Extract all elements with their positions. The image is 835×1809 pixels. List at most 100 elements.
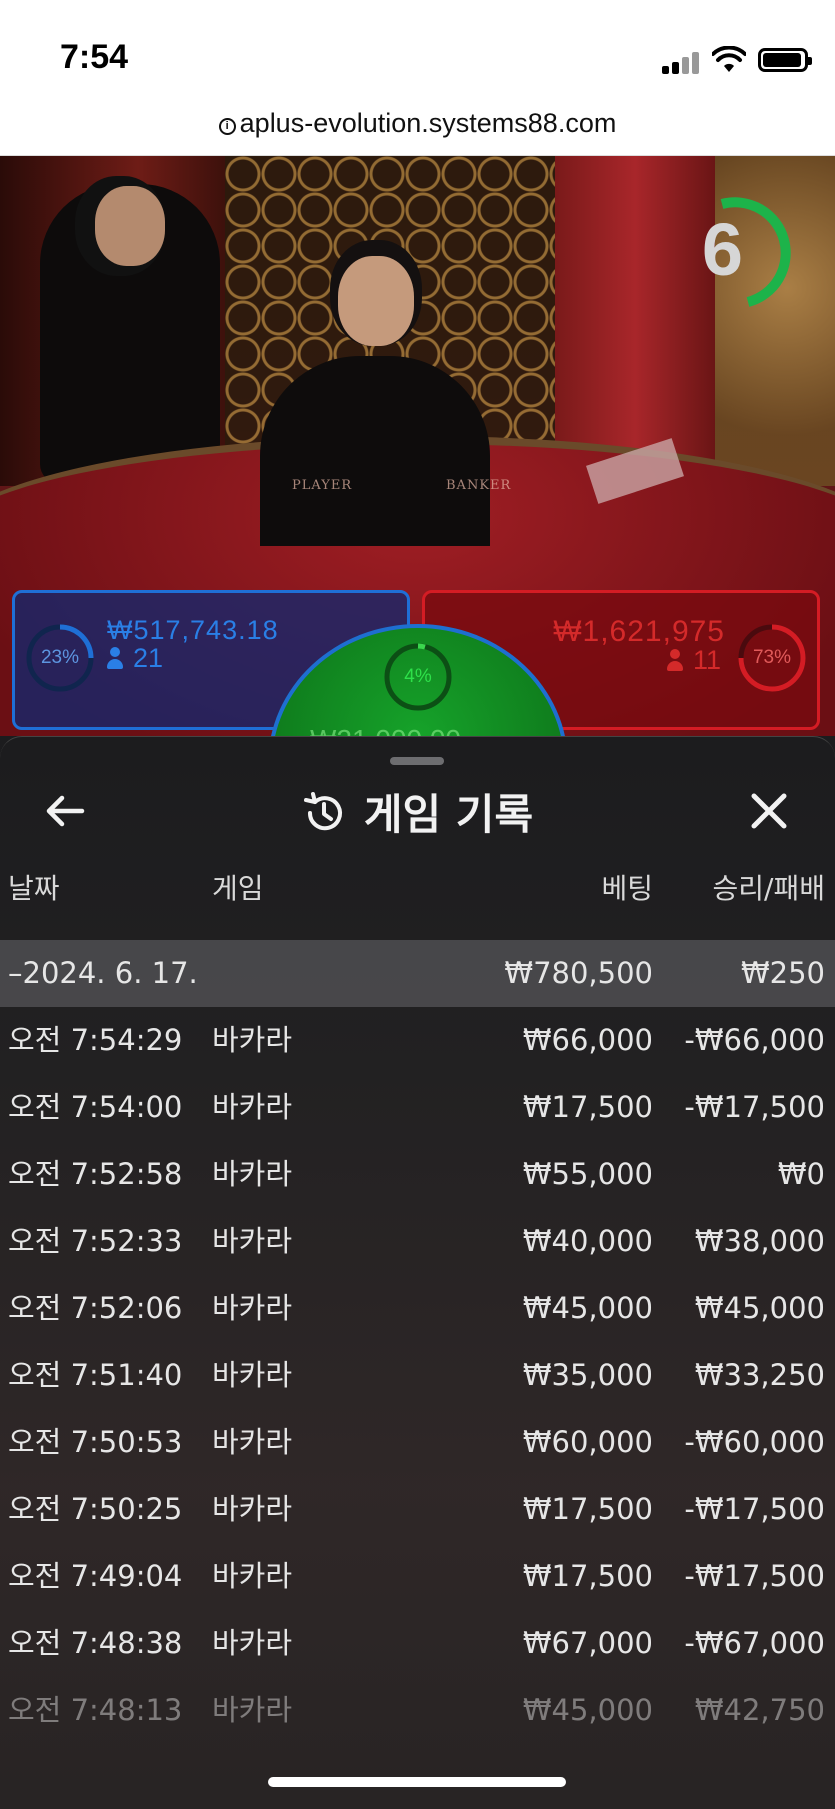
row-bet: ₩60,000	[522, 1425, 653, 1459]
row-time: 오전 7:52:33	[8, 1224, 183, 1258]
history-table-body: –2024. 6. 17. ₩780,500 ₩250 오전 7:54:29 바카…	[0, 940, 835, 1744]
history-row[interactable]: 오전 7:48:38 바카라 ₩67,000 -₩67,000	[0, 1610, 835, 1677]
player-count: 21	[107, 643, 163, 674]
home-indicator[interactable]	[268, 1777, 566, 1787]
history-table-header: 날짜 게임 베팅 승리/패배	[0, 867, 835, 923]
row-time: 오전 7:50:25	[8, 1492, 183, 1526]
history-row[interactable]: 오전 7:50:25 바카라 ₩17,500 -₩17,500	[0, 1476, 835, 1543]
history-row[interactable]: 오전 7:54:00 바카라 ₩17,500 -₩17,500	[0, 1074, 835, 1141]
history-row[interactable]: 오전 7:50:53 바카라 ₩60,000 -₩60,000	[0, 1409, 835, 1476]
summary-win-loss: ₩250	[740, 956, 825, 990]
row-time: 오전 7:54:00	[8, 1090, 183, 1124]
column-header-bet: 베팅	[601, 872, 653, 905]
row-game: 바카라	[212, 1157, 293, 1191]
column-header-game: 게임	[212, 872, 264, 905]
row-time: 오전 7:49:04	[8, 1559, 183, 1593]
row-bet: ₩45,000	[522, 1693, 653, 1727]
row-time: 오전 7:52:06	[8, 1291, 183, 1325]
row-time: 오전 7:51:40	[8, 1358, 183, 1392]
summary-date: –2024. 6. 17.	[8, 956, 198, 990]
row-win-loss: ₩42,750	[694, 1693, 825, 1727]
row-win-loss: -₩67,000	[684, 1626, 825, 1660]
row-game: 바카라	[212, 1626, 293, 1660]
browser-url-bar[interactable]: i aplus-evolution.systems88.com	[0, 100, 835, 156]
row-bet: ₩40,000	[522, 1224, 653, 1258]
row-bet: ₩45,000	[522, 1291, 653, 1325]
felt-label-player: PLAYER	[292, 478, 353, 493]
banker-percent: 73%	[752, 647, 792, 668]
banker-count: 11	[666, 645, 721, 676]
url-display[interactable]: i aplus-evolution.systems88.com	[0, 108, 835, 139]
row-game: 바카라	[212, 1693, 293, 1727]
url-text: aplus-evolution.systems88.com	[239, 108, 617, 138]
user-icon	[666, 649, 683, 671]
row-time: 오전 7:54:29	[8, 1023, 183, 1057]
tie-percent: 4%	[404, 666, 432, 687]
summary-bet: ₩780,500	[504, 956, 653, 990]
history-row[interactable]: 오전 7:52:33 바카라 ₩40,000 ₩38,000	[0, 1208, 835, 1275]
banker-total-bet: ₩1,621,975	[553, 615, 725, 648]
row-time: 오전 7:48:13	[8, 1693, 183, 1727]
history-row[interactable]: 오전 7:48:13 바카라 ₩45,000 ₩42,750	[0, 1677, 835, 1744]
battery-icon	[758, 48, 812, 72]
row-game: 바카라	[212, 1023, 293, 1057]
status-time: 7:54	[60, 38, 129, 76]
row-bet: ₩35,000	[522, 1358, 653, 1392]
column-header-date: 날짜	[8, 872, 60, 905]
row-bet: ₩17,500	[522, 1559, 653, 1593]
banker-percent-ring: 73%	[737, 623, 807, 693]
row-game: 바카라	[212, 1492, 293, 1526]
sheet-title: 게임 기록	[0, 781, 835, 842]
live-video-stream: PLAYER BANKER 6 23% ₩517,743.18 21 ₩1,62…	[0, 156, 835, 736]
history-row[interactable]: 오전 7:51:40 바카라 ₩35,000 ₩33,250	[0, 1342, 835, 1409]
sheet-grabber-handle[interactable]	[390, 757, 444, 765]
row-bet: ₩66,000	[522, 1023, 653, 1057]
history-row[interactable]: 오전 7:52:58 바카라 ₩55,000 ₩0	[0, 1141, 835, 1208]
wifi-icon	[712, 46, 746, 72]
history-row[interactable]: 오전 7:54:29 바카라 ₩66,000 -₩66,000	[0, 1007, 835, 1074]
cellular-signal-icon	[662, 50, 702, 74]
tie-percent-ring: 4%	[383, 642, 453, 712]
user-icon	[107, 647, 123, 669]
row-game: 바카라	[212, 1090, 293, 1124]
row-bet: ₩17,500	[522, 1492, 653, 1526]
row-game: 바카라	[212, 1425, 293, 1459]
row-game: 바카라	[212, 1224, 293, 1258]
tie-total-bet: ₩21,000.00	[310, 724, 461, 736]
row-win-loss: ₩38,000	[694, 1224, 825, 1258]
row-win-loss: -₩17,500	[684, 1559, 825, 1593]
player-percent: 23%	[40, 647, 80, 668]
timer-seconds: 6	[701, 208, 744, 291]
row-win-loss: ₩0	[777, 1157, 825, 1191]
player-percent-ring: 23%	[25, 623, 95, 693]
row-time: 오전 7:48:38	[8, 1626, 183, 1660]
date-summary-row[interactable]: –2024. 6. 17. ₩780,500 ₩250	[0, 940, 835, 1007]
history-row[interactable]: 오전 7:52:06 바카라 ₩45,000 ₩45,000	[0, 1275, 835, 1342]
sheet-title-text: 게임 기록	[363, 790, 534, 839]
player-total-bet: ₩517,743.18	[107, 615, 279, 645]
row-game: 바카라	[212, 1291, 293, 1325]
close-icon[interactable]	[743, 785, 795, 837]
row-win-loss: -₩66,000	[684, 1023, 825, 1057]
row-win-loss: ₩45,000	[694, 1291, 825, 1325]
row-game: 바카라	[212, 1358, 293, 1392]
row-time: 오전 7:52:58	[8, 1157, 183, 1191]
column-header-win-loss: 승리/패배	[712, 872, 825, 905]
row-bet: ₩55,000	[522, 1157, 653, 1191]
countdown-timer: 6	[680, 190, 800, 310]
status-bar: 7:54	[0, 0, 835, 100]
history-rows: 오전 7:54:29 바카라 ₩66,000 -₩66,000 오전 7:54:00 바카…	[0, 1007, 835, 1744]
row-win-loss: -₩17,500	[684, 1090, 825, 1124]
dealer-figure	[338, 256, 414, 346]
row-bet: ₩17,500	[522, 1090, 653, 1124]
row-win-loss: -₩60,000	[684, 1425, 825, 1459]
row-bet: ₩67,000	[522, 1626, 653, 1660]
dealer-figure	[260, 356, 490, 546]
row-win-loss: -₩17,500	[684, 1492, 825, 1526]
app-screen: 7:54 i aplus-evolution.systems88.com PLAY…	[0, 0, 835, 1809]
row-game: 바카라	[212, 1559, 293, 1593]
dealer-figure	[95, 186, 165, 266]
history-row[interactable]: 오전 7:49:04 바카라 ₩17,500 -₩17,500	[0, 1543, 835, 1610]
row-time: 오전 7:50:53	[8, 1425, 183, 1459]
history-icon	[303, 792, 342, 831]
